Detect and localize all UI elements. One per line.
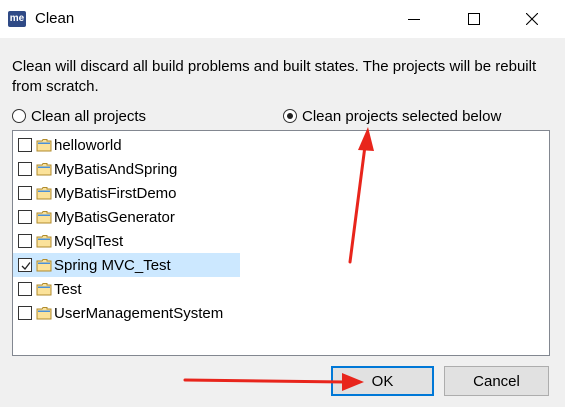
annotation-arrowhead — [358, 127, 374, 151]
annotation-arrow-line — [348, 144, 367, 264]
annotation-arrow-line — [183, 378, 347, 384]
annotation-arrowhead — [342, 373, 364, 391]
annotation-arrows — [183, 127, 374, 391]
